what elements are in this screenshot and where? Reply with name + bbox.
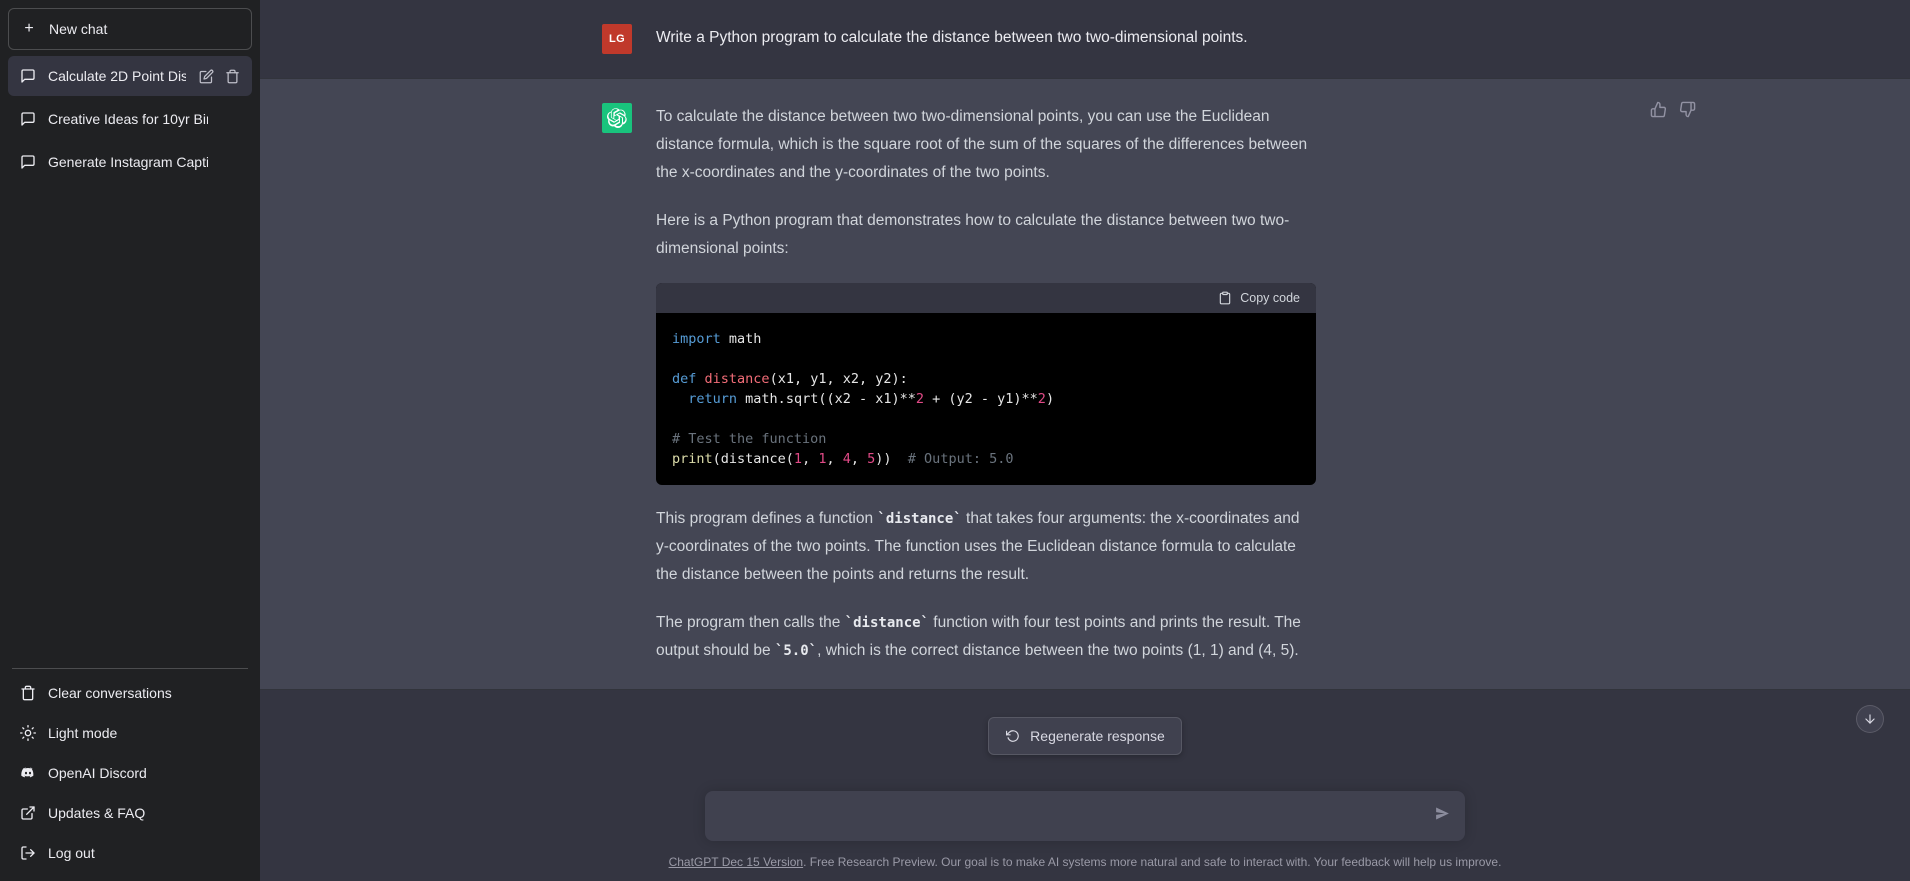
sidebar-item-openai-discord[interactable]: OpenAI Discord xyxy=(8,753,252,793)
sidebar-item-label: OpenAI Discord xyxy=(48,765,147,781)
code-token: (distance( xyxy=(712,451,794,467)
code-token: , xyxy=(802,451,819,467)
scroll-to-bottom-button[interactable] xyxy=(1856,705,1884,733)
code-token: math.sqrt((x2 - x1)** xyxy=(737,391,916,407)
footer-disclaimer: ChatGPT Dec 15 Version. Free Research Pr… xyxy=(669,841,1502,881)
code-token: # Output: 5.0 xyxy=(891,451,1014,467)
conversation-title: Calculate 2D Point Dis xyxy=(48,68,186,84)
thumbs-up-icon[interactable] xyxy=(1648,99,1669,125)
user-message-body: Write a Python program to calculate the … xyxy=(656,24,1568,54)
external-link-icon xyxy=(20,805,36,821)
sidebar-item-clear-conversations[interactable]: Clear conversations xyxy=(8,673,252,713)
code-content: import math def distance(x1, y1, x2, y2)… xyxy=(656,313,1316,485)
code-token: math xyxy=(720,331,762,347)
new-chat-label: New chat xyxy=(49,21,108,37)
assistant-message: To calculate the distance between two tw… xyxy=(260,78,1910,690)
sidebar-item-calculate-2d-point-dis[interactable]: Calculate 2D Point Dis xyxy=(8,56,252,96)
code-token: ) xyxy=(1045,391,1055,407)
chat-bubble-icon xyxy=(20,68,36,84)
code-token: (x1, y1, x2, y2): xyxy=(769,371,908,387)
composer-area: ChatGPT Dec 15 Version. Free Research Pr… xyxy=(260,763,1910,881)
conversation-thread: LG Write a Python program to calculate t… xyxy=(260,0,1910,763)
text-fragment: The program then calls the xyxy=(656,614,845,631)
user-message-text: Write a Python program to calculate the … xyxy=(656,29,1248,46)
assistant-paragraph-2: Here is a Python program that demonstrat… xyxy=(656,212,1290,257)
composer[interactable] xyxy=(705,791,1465,841)
conversation-title: Creative Ideas for 10yr Birthd xyxy=(48,111,208,127)
sidebar-divider xyxy=(12,668,248,669)
copy-code-button[interactable]: Copy code xyxy=(1217,290,1300,306)
code-token: , xyxy=(850,451,868,467)
code-token: # Test the function xyxy=(672,431,827,447)
sidebar-item-updates-faq[interactable]: Updates & FAQ xyxy=(8,793,252,833)
refresh-icon xyxy=(1005,728,1021,744)
chatgpt-app: + New chat Calculate 2D Point Dis Creati… xyxy=(0,0,1910,881)
code-token: 2 xyxy=(915,391,924,407)
sidebar-item-label: Log out xyxy=(48,845,95,861)
code-token: 4 xyxy=(842,451,851,467)
code-token: 2 xyxy=(1037,391,1046,407)
version-link[interactable]: ChatGPT Dec 15 Version xyxy=(669,855,804,869)
text-fragment: , which is the correct distance between … xyxy=(817,642,1299,659)
main-panel: LG Write a Python program to calculate t… xyxy=(260,0,1910,881)
sun-icon xyxy=(20,725,36,741)
code-token: 1 xyxy=(793,451,803,467)
footer-text: . Free Research Preview. Our goal is to … xyxy=(803,855,1502,869)
assistant-paragraph-4: The program then calls the `distance` fu… xyxy=(656,609,1316,665)
discord-icon xyxy=(20,765,36,781)
code-block-header: Copy code xyxy=(656,283,1316,313)
conversation-list: Calculate 2D Point Dis Creative Ideas fo… xyxy=(8,56,252,185)
chat-bubble-icon xyxy=(20,111,36,127)
bottom-bar: Regenerate response ChatGPT Dec 15 Versi… xyxy=(260,705,1910,881)
sidebar-item-log-out[interactable]: Log out xyxy=(8,833,252,873)
code-token: return xyxy=(688,391,738,407)
edit-icon[interactable] xyxy=(198,68,214,84)
sidebar: + New chat Calculate 2D Point Dis Creati… xyxy=(0,0,260,881)
inline-code: `distance` xyxy=(844,615,929,631)
conversation-title: Generate Instagram Caption xyxy=(48,154,208,170)
sidebar-item-light-mode[interactable]: Light mode xyxy=(8,713,252,753)
sidebar-item-label: Light mode xyxy=(48,725,118,741)
send-button[interactable] xyxy=(1434,805,1451,827)
assistant-paragraph-1: To calculate the distance between two tw… xyxy=(656,108,1308,181)
inline-code: `distance` xyxy=(877,511,962,527)
inline-code: `5.0` xyxy=(774,643,818,659)
logout-icon xyxy=(20,845,36,861)
plus-icon: + xyxy=(24,20,34,37)
avatar xyxy=(602,103,632,133)
sidebar-item-creative-ideas[interactable]: Creative Ideas for 10yr Birthd xyxy=(8,99,252,139)
regenerate-response-button[interactable]: Regenerate response xyxy=(988,717,1182,755)
assistant-message-body: To calculate the distance between two tw… xyxy=(656,101,1696,665)
clipboard-icon xyxy=(1217,290,1233,306)
new-chat-button[interactable]: + New chat xyxy=(8,8,252,50)
sidebar-item-generate-instagram-caption[interactable]: Generate Instagram Caption xyxy=(8,142,252,182)
code-token: import xyxy=(672,331,721,347)
message-feedback-actions xyxy=(1648,99,1698,125)
code-token: )) xyxy=(875,451,892,467)
code-token: + (y2 - y1)** xyxy=(924,391,1038,407)
user-message: LG Write a Python program to calculate t… xyxy=(260,0,1910,78)
sidebar-item-label: Updates & FAQ xyxy=(48,805,146,821)
avatar: LG xyxy=(602,24,632,54)
sidebar-item-label: Clear conversations xyxy=(48,685,172,701)
text-fragment: This program defines a function xyxy=(656,510,878,527)
regenerate-label: Regenerate response xyxy=(1030,728,1165,744)
conversation-actions xyxy=(198,68,240,84)
assistant-paragraph-3: This program defines a function `distanc… xyxy=(656,505,1316,589)
code-token: distance xyxy=(704,371,770,387)
thumbs-down-icon[interactable] xyxy=(1677,99,1698,125)
code-token: print xyxy=(672,451,713,467)
delete-icon[interactable] xyxy=(224,68,240,84)
code-block: Copy code import math def distance(x1, y… xyxy=(656,283,1316,485)
copy-code-label: Copy code xyxy=(1240,291,1300,305)
code-token: , xyxy=(826,451,843,467)
message-input[interactable] xyxy=(721,807,1417,825)
code-token: def xyxy=(672,371,697,387)
chat-bubble-icon xyxy=(20,154,36,170)
trash-icon xyxy=(20,685,36,701)
